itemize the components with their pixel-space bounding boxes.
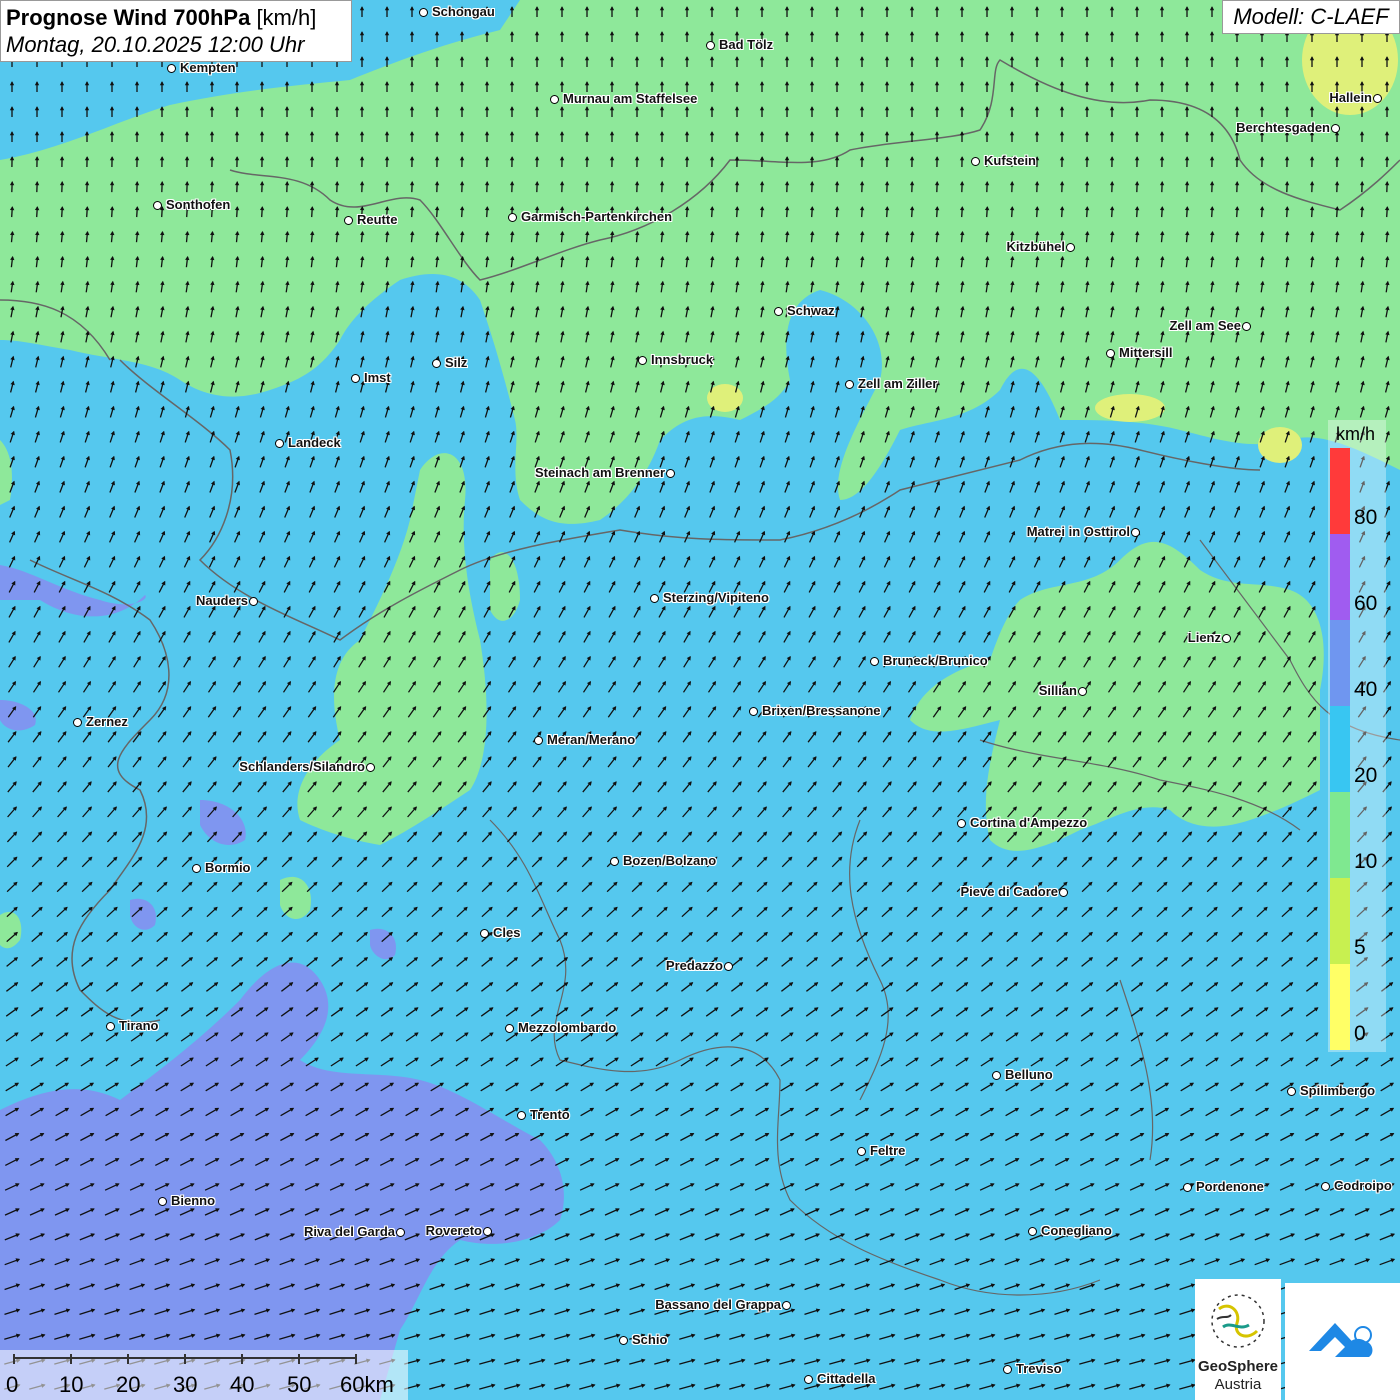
calm-area-3 [1258, 427, 1302, 463]
wind-map[interactable]: Schongau Bad Tölz Kempten Murnau am Staffel… [0, 0, 1400, 1400]
calm-area-2 [1095, 394, 1165, 422]
